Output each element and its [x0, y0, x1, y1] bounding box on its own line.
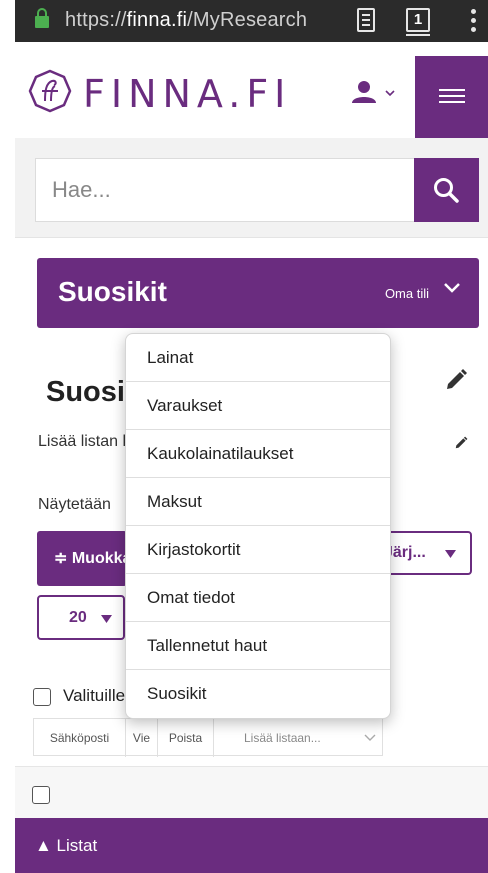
menu-item-profile[interactable]: Omat tiedot — [126, 574, 390, 622]
menu-item-ill-requests[interactable]: Kaukolainatilaukset — [126, 430, 390, 478]
lists-footer-toggle[interactable]: ▲ Listat — [15, 818, 488, 873]
url-field[interactable]: https://finna.fi/MyResearch — [65, 9, 365, 32]
pencil-icon[interactable] — [454, 436, 468, 450]
search-bar: Hae... — [15, 138, 488, 238]
result-count-text: Näytetään — [38, 496, 111, 513]
site-header: FINNA.FI — [15, 56, 488, 138]
menu-item-holds[interactable]: Varaukset — [126, 382, 390, 430]
caret-down-icon — [445, 550, 456, 558]
search-icon — [434, 178, 459, 203]
add-to-list-label: Lisää listaan... — [244, 731, 321, 745]
email-action-button[interactable]: Sähköposti — [34, 719, 126, 757]
account-dropdown-menu: Lainat Varaukset Kaukolainatilaukset Mak… — [125, 333, 391, 719]
search-button[interactable] — [414, 158, 479, 222]
list-item — [15, 766, 488, 818]
menu-item-fines[interactable]: Maksut — [126, 478, 390, 526]
menu-item-favorites[interactable]: Suosikit — [126, 670, 390, 718]
menu-item-library-cards[interactable]: Kirjastokortit — [126, 526, 390, 574]
edit-list-button[interactable]: ≑ Muokkaa — [37, 531, 127, 586]
user-menu-button[interactable] — [351, 78, 399, 108]
caret-down-icon — [101, 615, 112, 623]
url-host: finna.fi — [126, 9, 188, 31]
menu-item-loans[interactable]: Lainat — [126, 334, 390, 382]
browser-address-bar: https://finna.fi/MyResearch 1 — [15, 0, 488, 42]
search-input[interactable]: Hae... — [35, 158, 414, 222]
chevron-down-icon — [364, 734, 376, 741]
url-path: /MyResearch — [187, 9, 308, 31]
limit-select-value: 20 — [69, 609, 87, 626]
select-all-row: Valituille — [33, 685, 133, 709]
chevron-down-icon — [444, 283, 460, 293]
account-menu-bar[interactable]: Suosikit Oma tili — [37, 258, 479, 328]
menu-item-saved-searches[interactable]: Tallennetut haut — [126, 622, 390, 670]
user-icon — [352, 81, 376, 103]
bulk-actions-bar: Sähköposti Vie Poista Lisää listaan... — [33, 718, 383, 757]
delete-action-button[interactable]: Poista — [158, 719, 214, 757]
sort-select[interactable]: Järj... — [378, 531, 472, 575]
results-limit-select[interactable]: 20 — [37, 595, 125, 640]
main-menu-button[interactable] — [415, 56, 488, 138]
add-to-list-select[interactable]: Lisää listaan... — [214, 719, 382, 757]
url-scheme: https:// — [65, 9, 127, 31]
selected-actions-label: Valituille — [63, 686, 126, 705]
pencil-icon[interactable] — [444, 368, 468, 392]
reader-mode-icon[interactable] — [357, 8, 375, 32]
export-action-button[interactable]: Vie — [126, 719, 158, 757]
account-section-title: Suosikit — [58, 276, 167, 307]
site-logo-text[interactable]: FINNA.FI — [83, 72, 291, 116]
tab-switcher-button[interactable]: 1 — [406, 8, 430, 32]
item-checkbox[interactable] — [32, 786, 50, 804]
account-menu-label: Oma tili — [384, 286, 429, 301]
select-all-checkbox[interactable] — [33, 688, 51, 706]
lock-icon — [35, 8, 49, 28]
browser-menu-icon[interactable] — [471, 8, 477, 32]
tab-switcher-underline — [406, 34, 430, 36]
chevron-down-icon — [385, 90, 395, 97]
finna-logo-icon[interactable] — [28, 69, 72, 113]
